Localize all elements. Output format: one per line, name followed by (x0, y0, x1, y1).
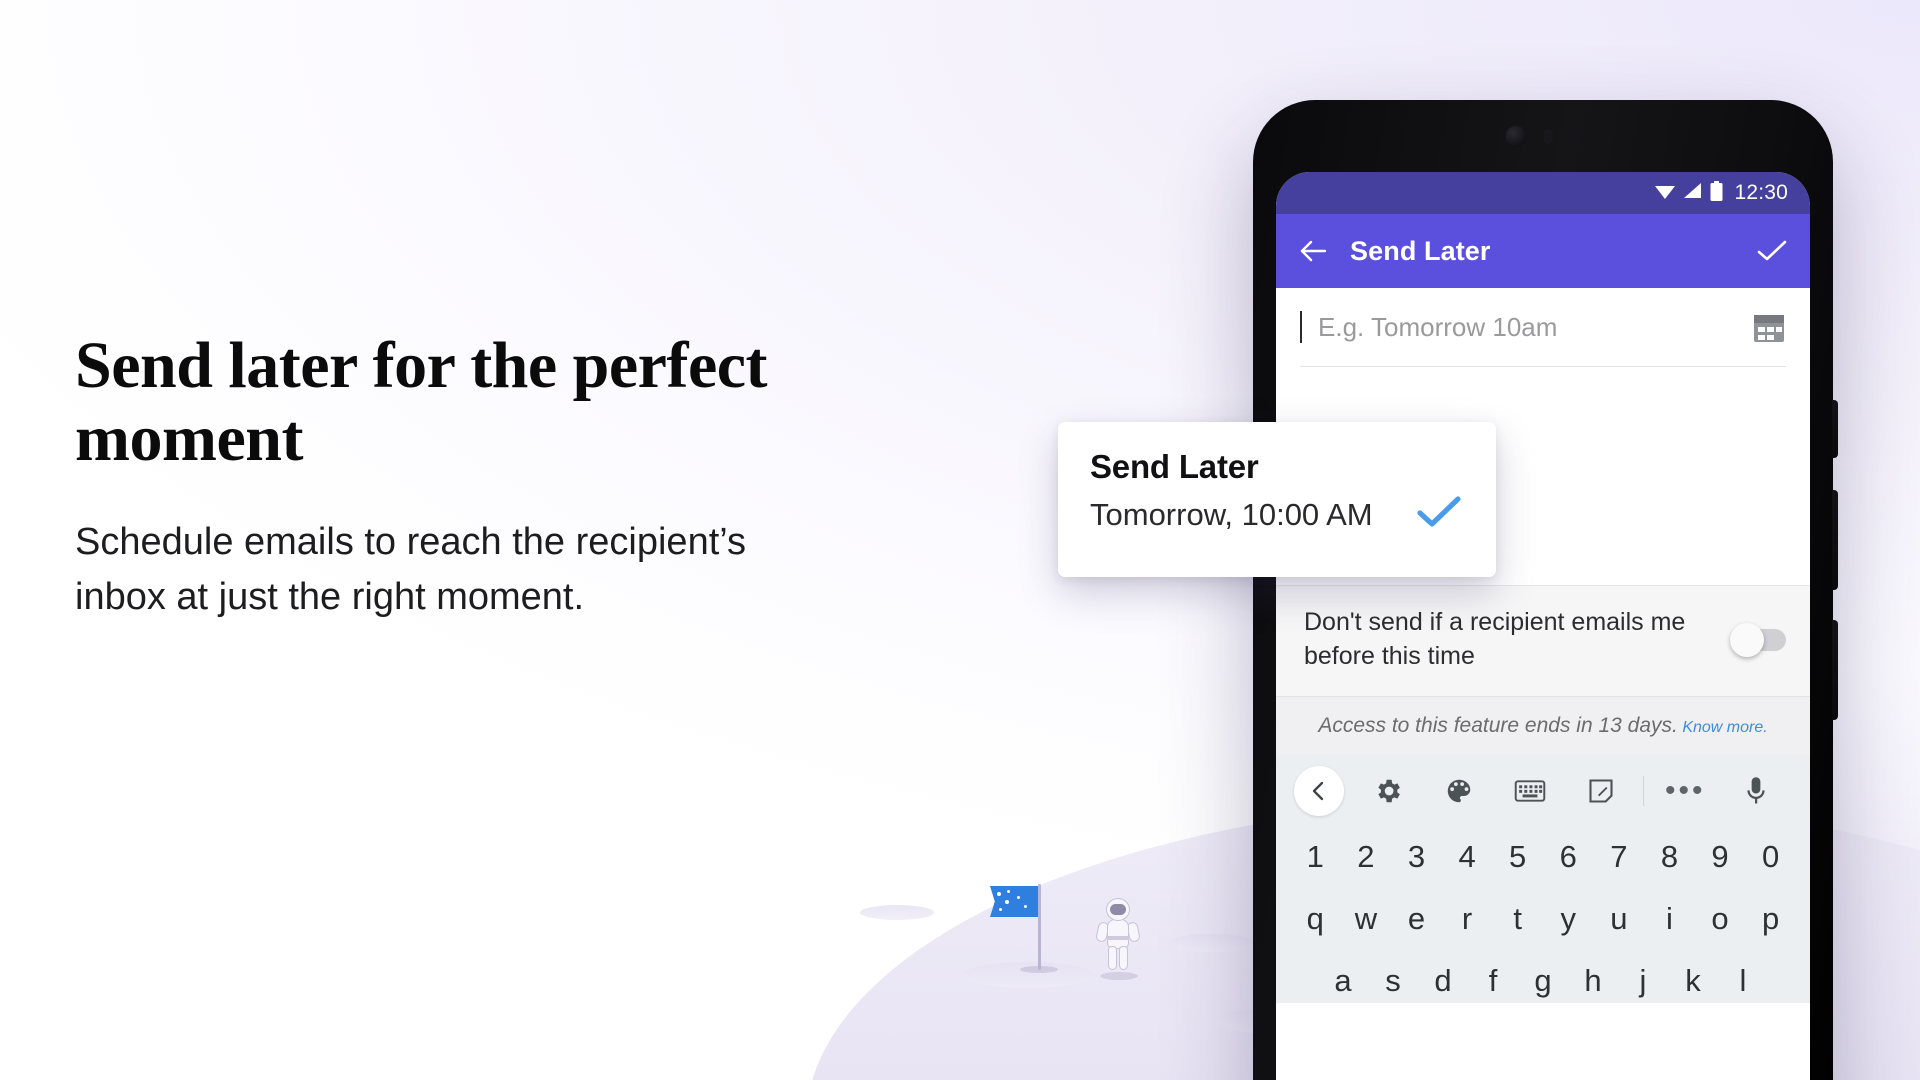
key[interactable]: g (1518, 963, 1568, 999)
keyboard-row-home: a s d f g h j k l (1276, 941, 1810, 1003)
phone-mockup: 12:30 Send Later E.g. Tomorrow 10am Don'… (1253, 100, 1838, 1080)
key[interactable]: p (1745, 901, 1796, 937)
check-icon[interactable] (1756, 238, 1788, 264)
callout-card-subtitle: Tomorrow, 10:00 AM (1090, 496, 1373, 532)
palette-icon[interactable] (1423, 776, 1494, 806)
key[interactable]: 7 (1594, 839, 1645, 875)
camera-lens-icon (1505, 126, 1527, 147)
key[interactable]: o (1695, 901, 1746, 937)
gear-icon[interactable] (1352, 776, 1423, 806)
status-bar-time: 12:30 (1734, 181, 1788, 204)
key[interactable]: a (1318, 963, 1368, 999)
page-title: Send later for the perfect moment (75, 329, 768, 475)
key[interactable]: l (1718, 963, 1768, 999)
keyboard: ••• 1 2 3 4 5 6 7 8 9 0 q w e r t y u i … (1276, 754, 1810, 1003)
marketing-copy: Send later for the perfect moment Schedu… (75, 329, 975, 624)
key[interactable]: 6 (1543, 839, 1594, 875)
keyboard-toolbar: ••• (1276, 754, 1810, 827)
phone-button (1832, 490, 1838, 590)
key[interactable]: f (1468, 963, 1518, 999)
key[interactable]: d (1418, 963, 1468, 999)
know-more-link[interactable]: Know more. (1682, 719, 1767, 736)
callout-card-row: Tomorrow, 10:00 AM (1090, 494, 1466, 535)
key[interactable]: 1 (1290, 839, 1341, 875)
phone-button (1832, 400, 1838, 458)
calendar-icon[interactable] (1752, 310, 1786, 344)
key[interactable]: t (1492, 901, 1543, 937)
keyboard-icon[interactable] (1494, 776, 1565, 806)
feature-notice-text: Access to this feature ends in 13 days. (1318, 713, 1678, 737)
phone-camera-cluster (1505, 126, 1581, 147)
key[interactable]: r (1442, 901, 1493, 937)
key[interactable]: 9 (1695, 839, 1746, 875)
send-later-callout-card: Send Later Tomorrow, 10:00 AM (1058, 422, 1496, 577)
text-cursor (1300, 311, 1302, 343)
back-arrow-icon[interactable] (1298, 238, 1328, 264)
key[interactable]: 5 (1492, 839, 1543, 875)
key[interactable]: u (1594, 901, 1645, 937)
camera-sensor-icon (1543, 129, 1553, 144)
key[interactable]: i (1644, 901, 1695, 937)
keyboard-row-numbers: 1 2 3 4 5 6 7 8 9 0 (1276, 827, 1810, 879)
key[interactable]: h (1568, 963, 1618, 999)
key[interactable]: s (1368, 963, 1418, 999)
callout-card-title: Send Later (1090, 448, 1259, 485)
phone-screen: 12:30 Send Later E.g. Tomorrow 10am Don'… (1276, 172, 1810, 1080)
status-bar: 12:30 (1276, 172, 1810, 214)
check-icon (1416, 494, 1462, 535)
dont-send-toggle-row[interactable]: Don't send if a recipient emails me befo… (1276, 585, 1810, 696)
more-icon[interactable]: ••• (1650, 775, 1721, 806)
schedule-input[interactable]: E.g. Tomorrow 10am (1318, 312, 1738, 343)
key[interactable]: 4 (1442, 839, 1493, 875)
page-subtitle: Schedule emails to reach the recipient’s… (75, 521, 747, 618)
battery-icon (1710, 180, 1723, 206)
signal-icon (1683, 182, 1703, 205)
key[interactable]: 2 (1341, 839, 1392, 875)
key[interactable]: k (1668, 963, 1718, 999)
keyboard-row-top: q w e r t y u i o p (1276, 879, 1810, 941)
microphone-icon[interactable] (1721, 776, 1792, 806)
camera-small-icon (1569, 131, 1581, 142)
key[interactable]: q (1290, 901, 1341, 937)
phone-button (1832, 620, 1838, 720)
key[interactable]: e (1391, 901, 1442, 937)
sticker-icon[interactable] (1566, 777, 1637, 805)
key[interactable]: j (1618, 963, 1668, 999)
key[interactable]: 8 (1644, 839, 1695, 875)
toggle-knob (1730, 622, 1764, 657)
feature-notice: Access to this feature ends in 13 days. … (1276, 695, 1810, 755)
dont-send-label: Don't send if a recipient emails me befo… (1304, 608, 1686, 670)
key[interactable]: 3 (1391, 839, 1442, 875)
app-bar: Send Later (1276, 214, 1810, 288)
key[interactable]: w (1341, 901, 1392, 937)
chevron-left-icon[interactable] (1294, 765, 1344, 816)
divider (1642, 775, 1644, 806)
dont-send-toggle[interactable] (1730, 622, 1786, 657)
key[interactable]: 0 (1745, 839, 1796, 875)
app-bar-title: Send Later (1350, 235, 1491, 266)
wifi-icon (1654, 182, 1676, 205)
schedule-input-row[interactable]: E.g. Tomorrow 10am (1276, 288, 1810, 366)
key[interactable]: y (1543, 901, 1594, 937)
